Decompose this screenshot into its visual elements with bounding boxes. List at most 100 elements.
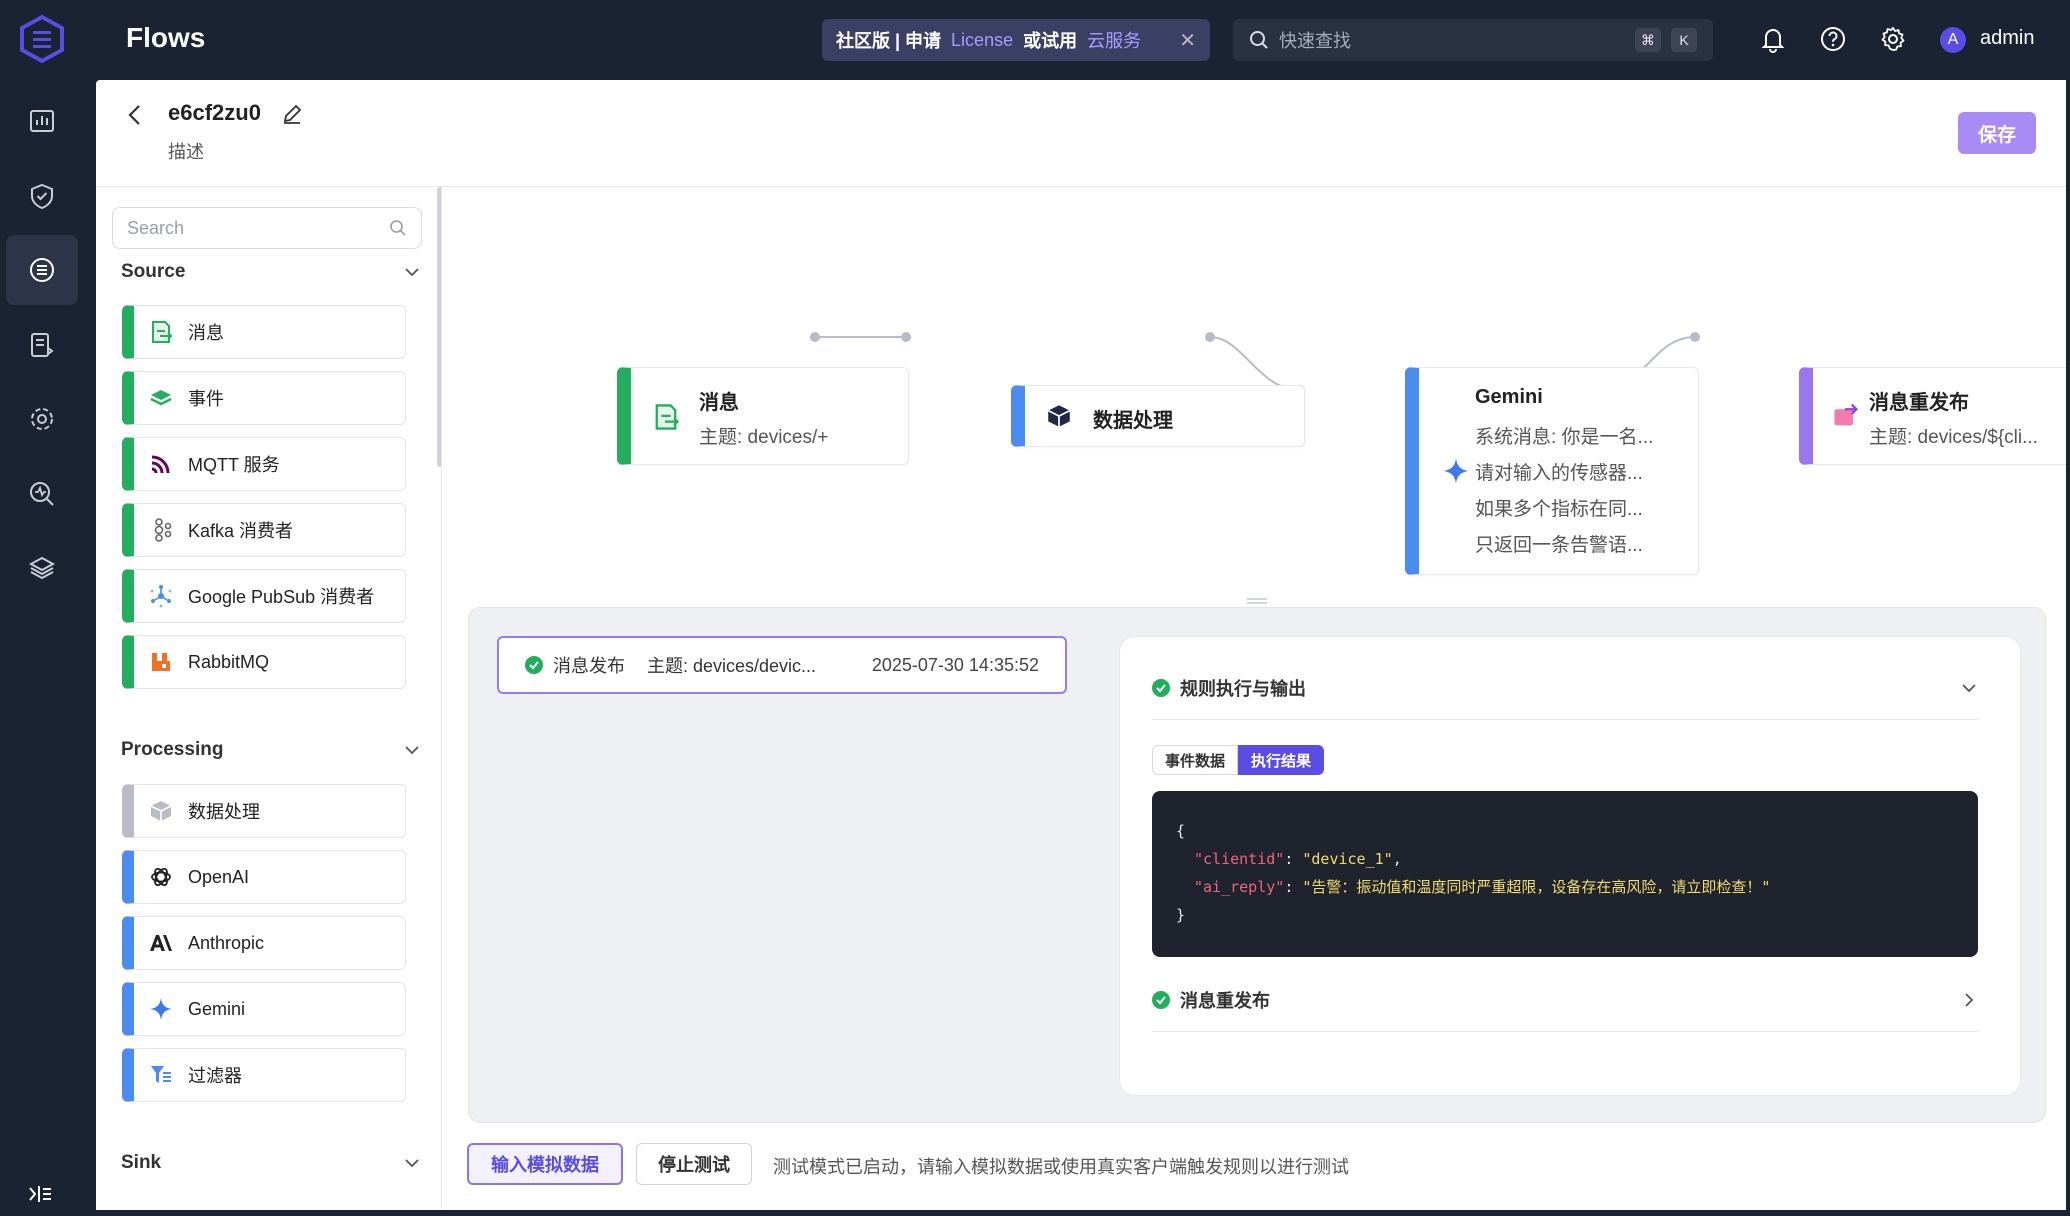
chevron-down-icon	[1962, 684, 1976, 693]
flow-node-data-processing[interactable]: 数据处理	[1011, 385, 1305, 447]
app-logo-icon[interactable]	[18, 14, 66, 64]
palette-node-anthropic[interactable]: Anthropic	[122, 916, 406, 970]
flow-node-republish[interactable]: 消息重发布 主题: devices/${cli...	[1799, 367, 2066, 465]
palette-node-label: Kafka 消费者	[188, 521, 294, 541]
section-source-title: Source	[121, 261, 186, 282]
filter-icon	[148, 1062, 174, 1088]
code-value: "告警：振动值和温度同时严重超限，设备存在高风险，请立即检查！"	[1302, 878, 1771, 896]
rabbitmq-icon	[148, 649, 174, 675]
username[interactable]: admin	[1980, 27, 2034, 50]
flow-node-subtitle: 主题: devices/+	[699, 427, 829, 448]
rule-output-section[interactable]: 规则执行与输出	[1152, 675, 1978, 701]
palette-node-rabbitmq[interactable]: RabbitMQ	[122, 635, 406, 689]
rail-data-bridge[interactable]	[6, 310, 78, 380]
section-sink[interactable]: Sink	[121, 1152, 421, 1174]
flow-description[interactable]: 描述	[168, 138, 204, 164]
flow-canvas[interactable]: 消息 主题: devices/+ 数据处理 Gemini 系统消息: 你是一名.…	[443, 187, 2066, 607]
rail-access-control[interactable]	[6, 161, 78, 231]
palette-node-google-pubsub[interactable]: Google PubSub 消费者	[122, 569, 406, 623]
gear-icon[interactable]	[1878, 24, 1908, 54]
license-banner: 社区版 | 申请 License 或试用 云服务 ✕	[822, 19, 1210, 61]
pubsub-icon	[148, 583, 174, 609]
event-list-item[interactable]: 消息发布 主题: devices/devic... 2025-07-30 14:…	[497, 636, 1067, 694]
section-sink-title: Sink	[121, 1152, 162, 1173]
section-source[interactable]: Source	[121, 261, 421, 283]
palette-node-kafka[interactable]: Kafka 消费者	[122, 503, 406, 557]
global-search[interactable]: 快速查找 ⌘ K	[1233, 19, 1713, 61]
monitor-search-icon	[30, 482, 54, 506]
result-code-block: { "clientid": "device_1", "ai_reply": "告…	[1152, 791, 1978, 957]
palette-search-input[interactable]	[127, 217, 367, 239]
app-title: Flows	[126, 22, 206, 53]
palette-node-label: Anthropic	[188, 932, 265, 953]
flow-header: e6cf2zu0 描述 保存	[96, 80, 2066, 187]
stop-test-button[interactable]: 停止测试	[636, 1143, 752, 1185]
palette-node-filter[interactable]: 过滤器	[122, 1048, 406, 1102]
rule-output-title: 规则执行与输出	[1180, 679, 1306, 699]
rail-extensions[interactable]	[6, 533, 78, 603]
chevron-down-icon	[405, 268, 419, 277]
shield-icon	[31, 183, 53, 210]
palette-node-label: OpenAI	[188, 866, 250, 887]
tab-event-data[interactable]: 事件数据	[1152, 745, 1239, 775]
palette-node-event[interactable]: 事件	[122, 371, 406, 425]
help-icon[interactable]	[1818, 24, 1848, 54]
gemini-sparkle-icon	[1443, 458, 1469, 484]
close-icon[interactable]: ✕	[1179, 28, 1196, 53]
resize-handle-icon[interactable]	[1246, 596, 1268, 606]
palette-node-label: 事件	[188, 389, 224, 409]
section-processing-title: Processing	[121, 739, 224, 760]
success-check-icon	[1152, 991, 1170, 1009]
code-value: "device_1"	[1302, 850, 1393, 868]
palette-node-openai[interactable]: OpenAI	[122, 850, 406, 904]
tab-execution-result[interactable]: 执行结果	[1238, 745, 1325, 775]
divider	[1152, 1031, 1978, 1032]
flow-node-gemini[interactable]: Gemini 系统消息: 你是一名... 请对输入的传感器... 如果多个指标在…	[1405, 367, 1699, 575]
rail-diagnose[interactable]	[6, 459, 78, 529]
palette-scrollbar[interactable]	[437, 187, 441, 467]
save-button[interactable]: 保存	[1958, 112, 2036, 154]
layers-icon	[28, 556, 56, 580]
section-processing[interactable]: Processing	[121, 739, 421, 761]
collapse-sidebar-icon[interactable]	[26, 1180, 54, 1208]
flow-node-line: 系统消息: 你是一名...	[1475, 427, 1654, 448]
dashboard-icon	[30, 110, 54, 132]
flow-node-title: 数据处理	[1093, 410, 1173, 432]
search-icon	[390, 220, 406, 236]
rail-management[interactable]	[6, 384, 78, 454]
success-check-icon	[1152, 679, 1170, 697]
cloud-service-link[interactable]: 云服务	[1087, 27, 1141, 53]
banner-middle: 或试用	[1023, 31, 1078, 51]
flow-node-title: 消息	[699, 392, 739, 414]
execution-detail: 规则执行与输出 事件数据 执行结果 { "clientid": "device_…	[1119, 636, 2021, 1096]
flow-editor: e6cf2zu0 描述 保存 Source 消息 事件 MQTT 服务 K	[96, 80, 2066, 1210]
code-open-brace: {	[1176, 822, 1186, 840]
republish-icon	[1834, 403, 1859, 426]
flow-node-line: 只返回一条告警语...	[1475, 535, 1643, 556]
success-check-icon	[525, 656, 543, 674]
palette-search[interactable]	[112, 207, 422, 249]
back-icon[interactable]	[124, 102, 146, 128]
flow-node-line: 请对输入的传感器...	[1475, 463, 1643, 484]
palette-node-gemini[interactable]: Gemini	[122, 982, 406, 1036]
palette-node-data-processing[interactable]: 数据处理	[122, 784, 406, 838]
palette-node-message[interactable]: 消息	[122, 305, 406, 359]
cog-icon	[31, 408, 53, 430]
rail-dashboard[interactable]	[6, 86, 78, 156]
avatar[interactable]: A	[1940, 27, 1966, 53]
bell-icon[interactable]	[1758, 24, 1788, 54]
input-mock-data-button[interactable]: 输入模拟数据	[467, 1143, 623, 1185]
license-link[interactable]: License	[951, 30, 1013, 51]
flow-node-title: Gemini	[1475, 386, 1543, 408]
palette-node-mqtt[interactable]: MQTT 服务	[122, 437, 406, 491]
rail-integration[interactable]	[6, 235, 78, 305]
openai-icon	[148, 864, 174, 890]
test-mode-hint: 测试模式已启动，请输入模拟数据或使用真实客户端触发规则以进行测试	[773, 1157, 1349, 1177]
republish-section[interactable]: 消息重发布	[1152, 987, 1978, 1013]
top-bar: Flows 社区版 | 申请 License 或试用 云服务 ✕ 快速查找 ⌘ …	[0, 0, 2070, 80]
message-file-icon	[148, 319, 174, 345]
edit-icon[interactable]	[280, 102, 304, 126]
banner-prefix: 社区版 | 申请	[836, 31, 942, 51]
search-placeholder: 快速查找	[1279, 31, 1351, 51]
flow-node-message[interactable]: 消息 主题: devices/+	[617, 367, 909, 465]
